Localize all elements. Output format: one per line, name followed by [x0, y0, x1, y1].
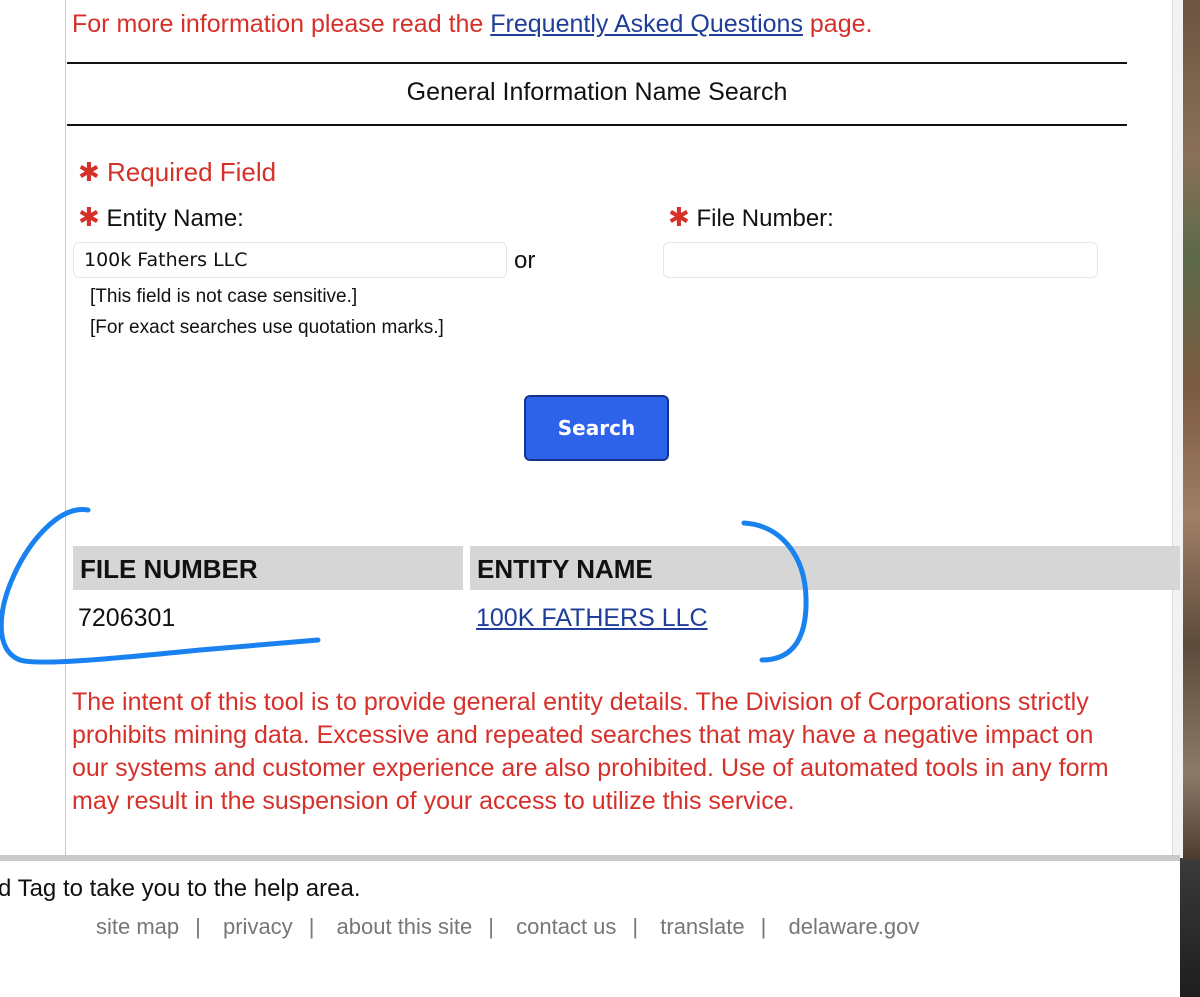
footer-separator: | [632, 914, 639, 939]
footer-separator: | [760, 914, 767, 939]
search-button[interactable]: Search [524, 395, 669, 461]
required-field-label: Required Field [107, 157, 277, 187]
background-photo-edge [1180, 0, 1200, 860]
faq-suffix: page. [809, 10, 873, 38]
footer-separator: | [308, 914, 315, 939]
file-number-label: File Number: [696, 205, 834, 232]
entity-name-input[interactable] [73, 242, 507, 278]
exact-search-hint: [For exact searches use quotation marks.… [90, 317, 444, 338]
content-right-scroll-edge [1172, 0, 1183, 858]
footer-link-privacy[interactable]: privacy [223, 914, 293, 939]
case-sensitivity-hint: [This field is not case sensitive.] [90, 286, 358, 307]
file-number-label-row: ✱ File Number: [668, 202, 834, 233]
or-separator: or [514, 247, 536, 274]
result-file-number: 7206301 [78, 604, 176, 632]
result-entity-name-link[interactable]: 100K FATHERS LLC [476, 604, 708, 633]
faq-link[interactable]: Frequently Asked Questions [490, 10, 803, 38]
footer-links: site map | privacy | about this site | cont… [96, 914, 919, 940]
footer-link-delaware-gov[interactable]: delaware.gov [788, 914, 919, 939]
title-bottom-rule [67, 124, 1127, 126]
page-title: General Information Name Search [406, 78, 788, 106]
hand-drawn-annotation [0, 507, 809, 665]
required-asterisk-icon: ✱ [78, 202, 100, 232]
help-area-text: d Tag to take you to the help area. [0, 875, 361, 902]
right-bracket-annotation [741, 520, 809, 663]
footer-link-about[interactable]: about this site [337, 914, 473, 939]
entity-name-label: Entity Name: [106, 205, 244, 232]
horizontal-scrollbar[interactable] [0, 855, 1180, 861]
footer-link-site-map[interactable]: site map [96, 914, 179, 939]
footer-separator: | [488, 914, 494, 939]
footer-link-translate[interactable]: translate [660, 914, 744, 939]
file-number-input[interactable] [663, 242, 1098, 278]
footer-separator: | [195, 914, 201, 939]
title-top-rule [67, 62, 1127, 64]
entity-name-label-row: ✱ Entity Name: [78, 202, 244, 233]
faq-prefix: For more information please read the [72, 10, 484, 38]
required-asterisk-icon: ✱ [78, 157, 100, 187]
footer-link-contact[interactable]: contact us [516, 914, 616, 939]
required-field-legend: ✱ Required Field [78, 157, 276, 188]
required-asterisk-icon: ✱ [668, 202, 690, 232]
usage-notice: The intent of this tool is to provide ge… [72, 688, 1109, 815]
column-header-entity-name: ENTITY NAME [470, 546, 1180, 590]
faq-notice: For more information please read the Fre… [72, 10, 872, 39]
background-photo-edge-lower [1180, 860, 1200, 997]
column-header-file-number: FILE NUMBER [73, 546, 463, 590]
content-left-border [65, 0, 66, 858]
